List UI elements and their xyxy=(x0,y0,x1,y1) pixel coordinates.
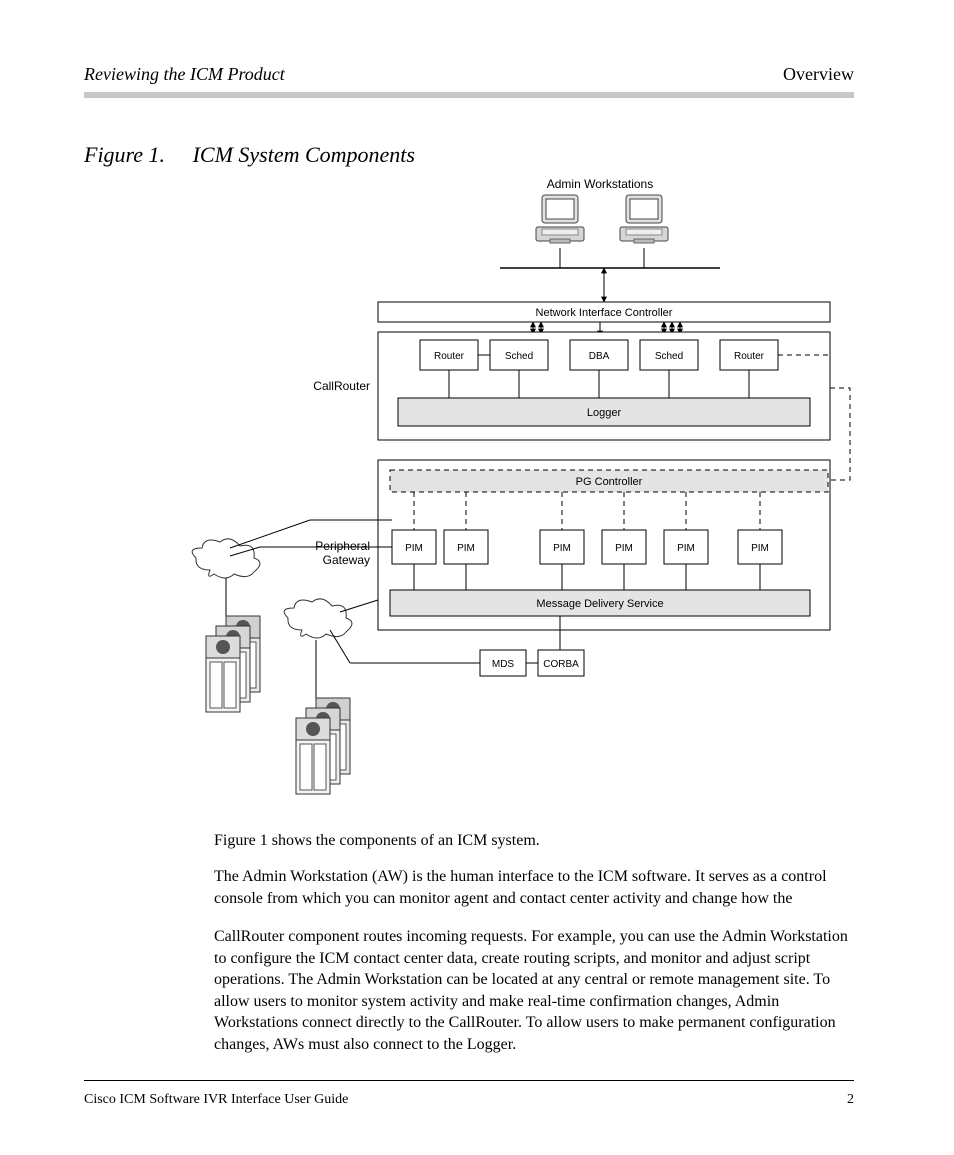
lower-box-0: MDS xyxy=(492,659,515,670)
figure-caption: Figure 1 shows the components of an ICM … xyxy=(214,830,854,852)
svg-text:Router: Router xyxy=(434,351,465,362)
footer-left: Cisco ICM Software IVR Interface User Gu… xyxy=(84,1092,348,1108)
svg-text:DBA: DBA xyxy=(589,351,610,362)
lower-box-1: CORBA xyxy=(543,659,579,670)
svg-text:Sched: Sched xyxy=(505,351,533,362)
svg-text:PIM: PIM xyxy=(751,543,769,554)
svg-text:PIM: PIM xyxy=(615,543,633,554)
admin-workstation-icon xyxy=(620,195,668,243)
body-para-1: The Admin Workstation (AW) is the human … xyxy=(214,866,854,909)
footer-right: 2 xyxy=(847,1092,854,1108)
pg-mds-label: Message Delivery Service xyxy=(536,598,663,610)
cloud-a-icon xyxy=(192,539,260,578)
body-para-2: CallRouter component routes incoming req… xyxy=(214,926,854,1056)
svg-text:PIM: PIM xyxy=(405,543,423,554)
cloud-b-icon xyxy=(284,599,352,638)
footer-rule xyxy=(84,1080,854,1081)
acd-stack-a-icon xyxy=(206,616,260,712)
admin-workstations-label: Admin Workstations xyxy=(547,177,653,191)
acd-stack-b-icon xyxy=(296,698,350,794)
svg-text:PIM: PIM xyxy=(553,543,571,554)
nic-bar-label: Network Interface Controller xyxy=(536,307,673,319)
svg-text:Sched: Sched xyxy=(655,351,683,362)
pg-controller-label: PG Controller xyxy=(576,476,643,488)
svg-text:Router: Router xyxy=(734,351,765,362)
svg-text:PIM: PIM xyxy=(457,543,475,554)
svg-text:PIM: PIM xyxy=(677,543,695,554)
logger-label: Logger xyxy=(587,407,622,419)
callrouter-label: CallRouter xyxy=(313,379,370,393)
pg-label: PeripheralGateway xyxy=(315,539,370,567)
admin-workstation-icon xyxy=(536,195,584,243)
